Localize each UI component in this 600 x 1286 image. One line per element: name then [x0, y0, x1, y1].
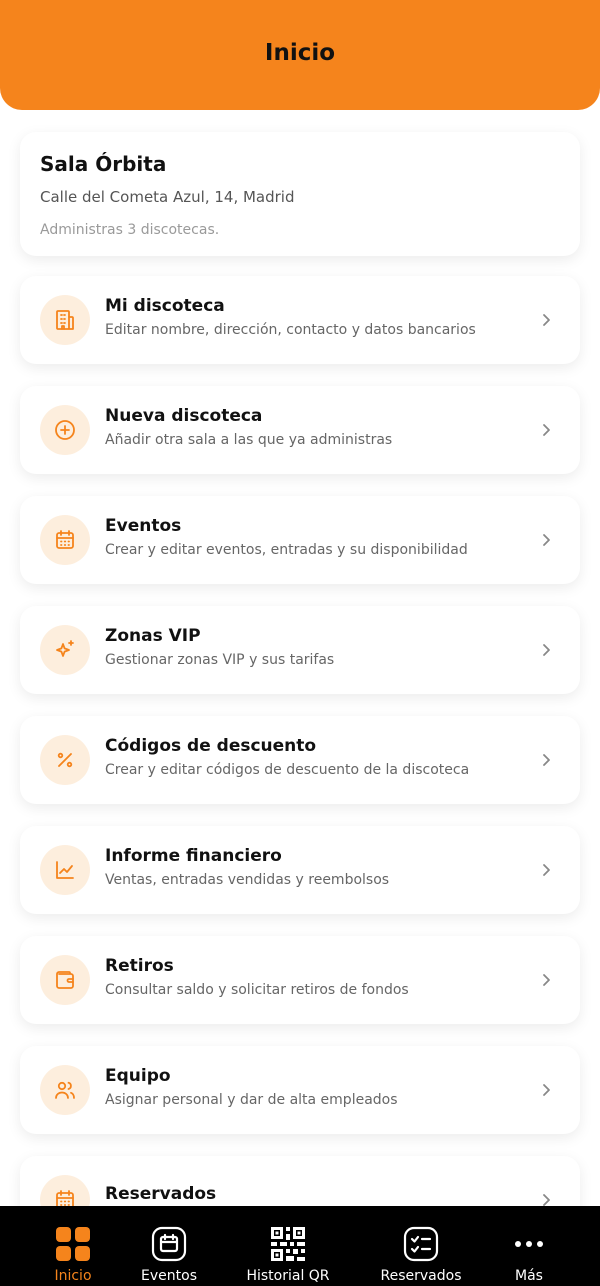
- menu-item-subtitle: Ventas, entradas vendidas y reembolsos: [105, 872, 390, 888]
- checklist-icon: [403, 1226, 439, 1262]
- nav-item-eventos[interactable]: Eventos: [134, 1206, 204, 1286]
- menu-item-subtitle: Crear y editar códigos de descuento de l…: [105, 762, 470, 778]
- menu-item-subtitle: Consultar saldo y solicitar retiros de f…: [105, 982, 409, 998]
- menu-item-title: Retiros: [105, 956, 174, 976]
- grid-icon: [55, 1226, 91, 1262]
- nav-label: Más: [515, 1268, 543, 1284]
- nav-item-inicio[interactable]: Inicio: [40, 1206, 106, 1286]
- menu-item-title: Mi discoteca: [105, 296, 225, 316]
- calendar-icon: [151, 1226, 187, 1262]
- menu-item-subtitle: Añadir otra sala a las que ya administra…: [105, 432, 393, 448]
- nav-item-reservados[interactable]: Reservados: [372, 1206, 470, 1286]
- menu-item-eventos[interactable]: Eventos Crear y editar eventos, entradas…: [20, 496, 580, 584]
- chart-icon: [40, 845, 90, 895]
- nav-item-mas[interactable]: Más: [504, 1206, 554, 1286]
- menu-item-subtitle: Editar nombre, dirección, contacto y dat…: [105, 322, 476, 338]
- menu-item-equipo[interactable]: Equipo Asignar personal y dar de alta em…: [20, 1046, 580, 1134]
- chevron-right-icon: [543, 1084, 550, 1096]
- nav-label: Eventos: [141, 1268, 197, 1284]
- app-header: Inicio: [0, 0, 600, 110]
- menu-item-codigos-descuento[interactable]: Códigos de descuento Crear y editar códi…: [20, 716, 580, 804]
- chevron-right-icon: [543, 754, 550, 766]
- building-icon: [40, 295, 90, 345]
- nav-label: Inicio: [54, 1268, 92, 1284]
- bottom-nav: Inicio Eventos Historial QR Reservados M…: [0, 1206, 600, 1286]
- venue-name: Sala Órbita: [40, 152, 167, 176]
- menu-item-title: Reservados: [105, 1184, 217, 1204]
- menu-item-title: Informe financiero: [105, 846, 282, 866]
- wallet-icon: [40, 955, 90, 1005]
- menu-item-subtitle: Crear y editar eventos, entradas y su di…: [105, 542, 468, 558]
- more-icon: [511, 1226, 547, 1262]
- sparkles-icon: [40, 625, 90, 675]
- menu-item-informe-financiero[interactable]: Informe financiero Ventas, entradas vend…: [20, 826, 580, 914]
- menu-item-title: Equipo: [105, 1066, 171, 1086]
- nav-item-historial-qr[interactable]: Historial QR: [238, 1206, 338, 1286]
- chevron-right-icon: [543, 314, 550, 326]
- calendar-icon: [40, 515, 90, 565]
- menu-item-retiros[interactable]: Retiros Consultar saldo y solicitar reti…: [20, 936, 580, 1024]
- menu-item-title: Códigos de descuento: [105, 736, 317, 756]
- menu-item-title: Zonas VIP: [105, 626, 201, 646]
- chevron-right-icon: [543, 424, 550, 436]
- venue-card: Sala Órbita Calle del Cometa Azul, 14, M…: [20, 132, 580, 256]
- nav-label: Reservados: [380, 1268, 462, 1284]
- chevron-right-icon: [543, 534, 550, 546]
- users-icon: [40, 1065, 90, 1115]
- menu-item-mi-discoteca[interactable]: Mi discoteca Editar nombre, dirección, c…: [20, 276, 580, 364]
- menu-item-reservados[interactable]: Reservados: [20, 1156, 580, 1206]
- venue-note: Administras 3 discotecas.: [40, 222, 220, 238]
- venue-address: Calle del Cometa Azul, 14, Madrid: [40, 188, 295, 206]
- chevron-right-icon: [543, 1194, 550, 1206]
- menu-item-title: Eventos: [105, 516, 182, 536]
- chevron-right-icon: [543, 864, 550, 876]
- main-content: Sala Órbita Calle del Cometa Azul, 14, M…: [0, 110, 600, 1206]
- calendar-icon: [40, 1175, 90, 1206]
- menu-item-zonas-vip[interactable]: Zonas VIP Gestionar zonas VIP y sus tari…: [20, 606, 580, 694]
- menu-item-title: Nueva discoteca: [105, 406, 263, 426]
- menu-item-subtitle: Asignar personal y dar de alta empleados: [105, 1092, 398, 1108]
- menu-item-subtitle: Gestionar zonas VIP y sus tarifas: [105, 652, 335, 668]
- chevron-right-icon: [543, 644, 550, 656]
- menu-item-nueva-discoteca[interactable]: Nueva discoteca Añadir otra sala a las q…: [20, 386, 580, 474]
- nav-label: Historial QR: [246, 1268, 330, 1284]
- percent-icon: [40, 735, 90, 785]
- plus-circle-icon: [40, 405, 90, 455]
- qr-code-icon: [270, 1226, 306, 1262]
- chevron-right-icon: [543, 974, 550, 986]
- page-title: Inicio: [264, 40, 336, 66]
